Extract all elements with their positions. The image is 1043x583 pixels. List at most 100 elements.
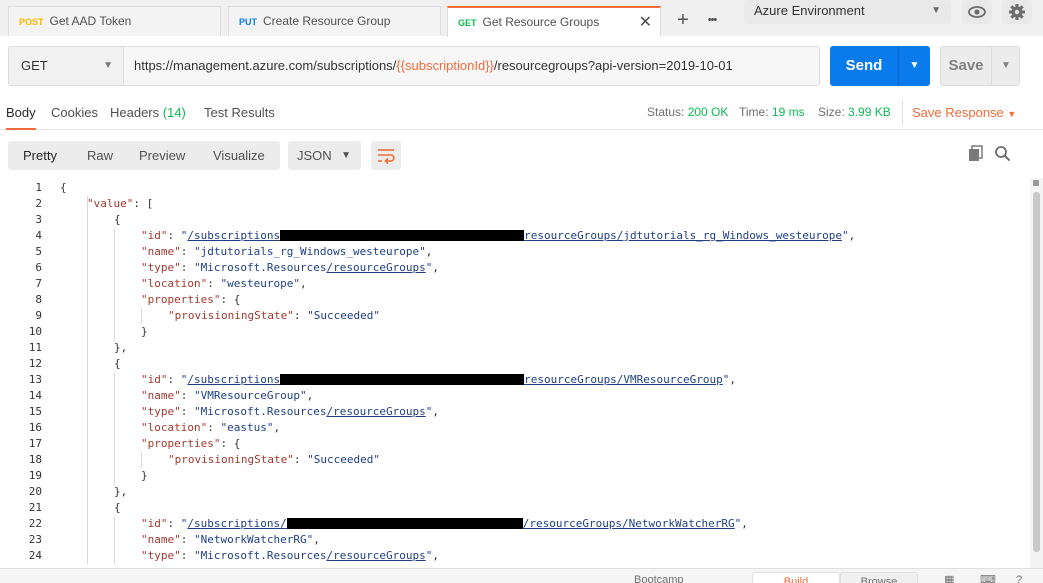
chevron-down-icon: ▼ xyxy=(341,150,351,161)
code-token: " xyxy=(841,229,849,242)
code-token: : xyxy=(167,229,181,242)
bootcamp-link[interactable]: Bootcamp xyxy=(634,573,684,583)
code-token: , xyxy=(299,277,307,290)
redacted-block xyxy=(286,518,523,529)
tab-test-results[interactable]: Test Results xyxy=(204,96,275,130)
code-line: 1{ xyxy=(0,180,1030,196)
editor-scrollbar[interactable] xyxy=(1030,178,1043,568)
line-number: 7 xyxy=(35,277,42,290)
layout-icon[interactable]: ▦ xyxy=(944,573,954,583)
url-variable: {{subscriptionId}} xyxy=(396,58,494,73)
code-token: { xyxy=(114,213,121,226)
copy-icon[interactable] xyxy=(966,144,986,164)
code-line: 4 "id": " /subscriptions resourceGroups/jdt… xyxy=(0,228,1030,244)
tab-title: Get AAD Token xyxy=(49,14,132,28)
status-bar: Bootcamp Build Browse ▦ ⌨ ? xyxy=(0,568,1043,583)
tab-headers[interactable]: Headers (14) xyxy=(110,96,186,130)
code-token: "VMResourceGroup" xyxy=(194,389,307,402)
eye-icon[interactable] xyxy=(962,0,992,24)
code-token: "name" xyxy=(141,245,181,258)
line-number: 10 xyxy=(28,325,42,338)
code-line: 14 "name": "VMResourceGroup", xyxy=(0,388,1030,404)
format-label: JSON xyxy=(297,148,332,163)
code-token: { xyxy=(114,357,121,370)
code-line: 16 "location": "eastus", xyxy=(0,420,1030,436)
line-number: 24 xyxy=(28,549,42,562)
code-text: "value": [ xyxy=(87,196,153,212)
code-text: { xyxy=(60,180,67,196)
code-text: { xyxy=(114,500,121,516)
code-token: { xyxy=(60,181,67,194)
code-token: , xyxy=(848,229,856,242)
environment-select[interactable]: Azure Environment ▼ xyxy=(744,0,951,24)
code-text: "name": "jdtutorials_rg_Windows_westeuro… xyxy=(141,244,432,260)
line-number: 5 xyxy=(35,245,42,258)
more-tabs-icon[interactable]: ••• xyxy=(698,8,726,34)
code-line: 18 "provisioningState": "Succeeded" xyxy=(0,452,1030,468)
line-number: 22 xyxy=(28,517,42,530)
line-number: 15 xyxy=(28,405,42,418)
code-token: }, xyxy=(114,341,128,354)
code-text: }, xyxy=(114,484,127,500)
format-select[interactable]: JSON ▼ xyxy=(288,141,361,170)
save-response-button[interactable]: Save Response ▼ xyxy=(902,101,1016,125)
gear-icon[interactable] xyxy=(1002,0,1032,24)
mode-pretty[interactable]: Pretty xyxy=(23,141,57,170)
code-text: { xyxy=(114,212,121,228)
search-icon[interactable] xyxy=(993,144,1013,164)
line-number: 8 xyxy=(35,293,42,306)
close-icon[interactable]: ✕ xyxy=(639,8,652,37)
chevron-down-icon[interactable]: ▼ xyxy=(992,47,1020,85)
code-line: 9 "provisioningState": "Succeeded" xyxy=(0,308,1030,324)
save-button[interactable]: Save ▼ xyxy=(940,46,1020,86)
send-button[interactable]: Send ▼ xyxy=(830,46,930,86)
mode-raw[interactable]: Raw xyxy=(87,141,113,170)
tab-create-resource-group[interactable]: PUT Create Resource Group xyxy=(228,6,441,36)
code-token: : xyxy=(293,309,308,322)
code-token: : xyxy=(180,549,194,562)
tab-body[interactable]: Body xyxy=(6,96,36,130)
code-token: , xyxy=(729,373,737,386)
mode-preview[interactable]: Preview xyxy=(139,141,185,170)
line-number: 16 xyxy=(28,421,42,434)
keyboard-icon[interactable]: ⌨ xyxy=(980,573,996,583)
tab-get-aad-token[interactable]: POST Get AAD Token xyxy=(8,6,221,36)
code-line: 20}, xyxy=(0,484,1030,500)
size-value: 3.99 KB xyxy=(848,105,891,119)
response-body-editor[interactable]: 1{2 "value": [3{4 "id": "/subscriptions res… xyxy=(0,180,1030,568)
tab-cookies[interactable]: Cookies xyxy=(51,96,98,130)
tab-method-put: PUT xyxy=(239,17,257,27)
tab-method-post: POST xyxy=(19,17,44,27)
headers-count: (14) xyxy=(162,105,186,120)
code-text: "type": "Microsoft.Resources/resourceGro… xyxy=(141,548,439,564)
scroll-up-icon[interactable] xyxy=(1033,180,1039,186)
code-token: "provisioningState" xyxy=(168,309,294,322)
url-input[interactable]: https://management.azure.com/subscriptio… xyxy=(123,46,820,86)
build-button[interactable]: Build xyxy=(752,572,840,583)
scroll-thumb[interactable] xyxy=(1033,192,1040,552)
new-tab-button[interactable]: + xyxy=(669,8,697,34)
code-token: "Succeeded" xyxy=(307,453,380,466)
wrap-lines-button[interactable] xyxy=(371,141,401,170)
help-icon[interactable]: ? xyxy=(1016,573,1022,583)
code-token: "type" xyxy=(141,405,181,418)
request-tab-strip: POST Get AAD Token PUT Create Resource Gro… xyxy=(0,0,1043,37)
code-token: , xyxy=(273,421,281,434)
save-label: Save xyxy=(948,57,984,74)
code-token: , xyxy=(432,549,440,562)
method-select[interactable]: GET ▼ xyxy=(8,46,123,86)
url-prefix: https://management.azure.com/subscriptio… xyxy=(134,58,397,73)
tab-title: Get Resource Groups xyxy=(482,15,600,29)
indent-guide xyxy=(114,228,115,340)
browse-button[interactable]: Browse xyxy=(840,572,918,583)
code-token: , xyxy=(306,389,314,402)
line-number: 3 xyxy=(35,213,42,226)
code-text: "location": "eastus", xyxy=(141,420,280,436)
postman-window: POST Get AAD Token PUT Create Resource Gro… xyxy=(0,0,1043,583)
tab-get-resource-groups[interactable]: GET Get Resource Groups ✕ xyxy=(447,6,661,37)
code-token: "Succeeded" xyxy=(307,309,380,322)
line-number: 18 xyxy=(28,453,42,466)
chevron-down-icon[interactable]: ▼ xyxy=(899,46,930,86)
code-token: "Microsoft.Resources xyxy=(194,549,327,562)
mode-visualize[interactable]: Visualize xyxy=(213,141,265,170)
